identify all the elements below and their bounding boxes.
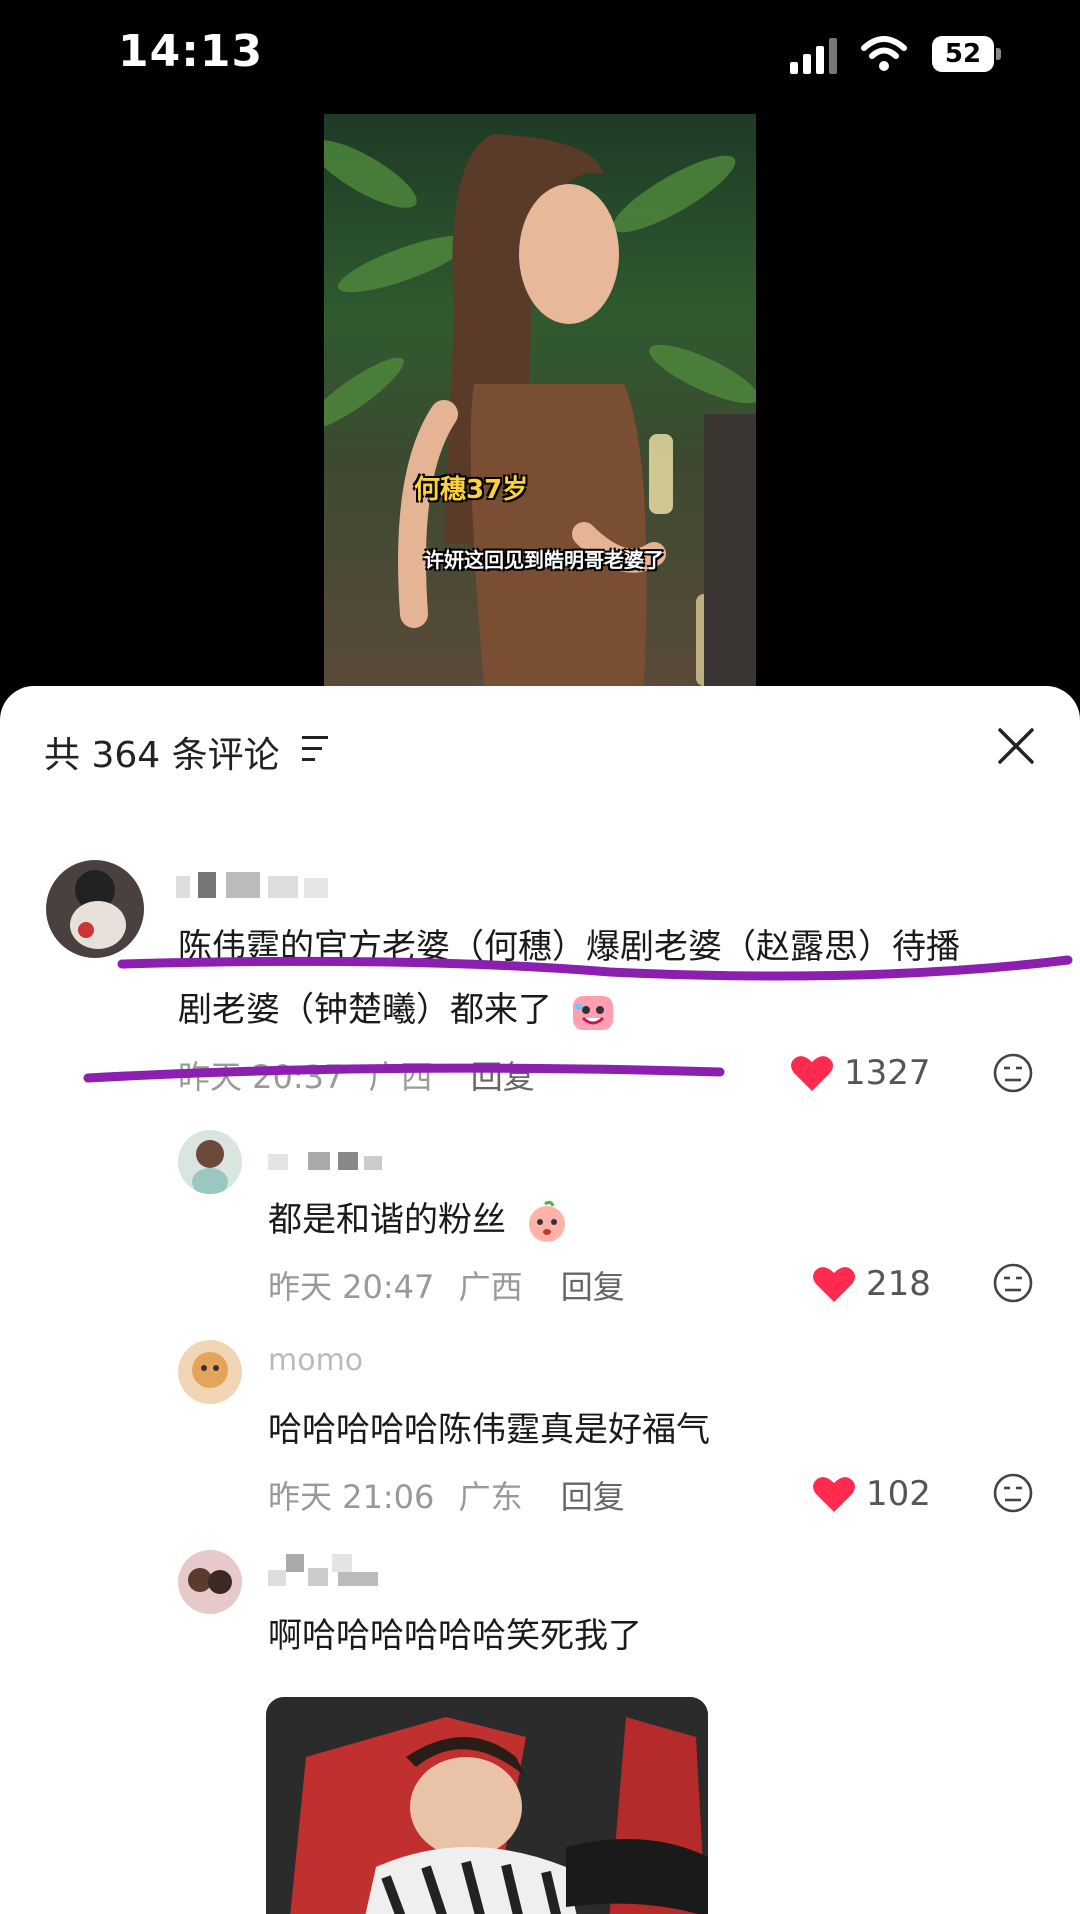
- comments-sheet: 共 364 条评论 陈伟霆的官方老婆（何穗）爆剧老婆（赵露思）待播 剧老婆（钟楚…: [0, 686, 1080, 1914]
- comments-count-title: 共 364 条评论: [44, 735, 280, 776]
- like-button[interactable]: 218: [812, 1262, 931, 1306]
- video-caption-title: 何穗37岁: [414, 475, 529, 505]
- comment-text: 哈哈哈哈哈陈伟霆真是好福气: [268, 1410, 710, 1450]
- heart-icon: [813, 1477, 855, 1512]
- comment-gif-image[interactable]: [266, 1697, 708, 1914]
- avatar[interactable]: [46, 860, 144, 958]
- avatar[interactable]: [178, 1550, 242, 1614]
- comment-meta: 昨天 21:06 广东 回复: [268, 1472, 625, 1518]
- video-frame-image: [324, 134, 756, 686]
- dislike-face-icon[interactable]: [992, 1472, 1034, 1514]
- signal-icon: [790, 38, 837, 74]
- username-redacted[interactable]: [176, 870, 336, 900]
- like-count: 102: [866, 1474, 931, 1514]
- like-count: 218: [866, 1264, 931, 1304]
- username-redacted[interactable]: [268, 1554, 388, 1586]
- like-count: 1327: [844, 1053, 931, 1093]
- annotation-strikethrough: [83, 1063, 725, 1083]
- like-button[interactable]: 1327: [790, 1051, 931, 1095]
- comment-time: 昨天 20:47: [268, 1268, 435, 1306]
- username[interactable]: momo: [268, 1346, 363, 1376]
- annotation-underline: [117, 955, 1073, 981]
- laughing-emoji-icon: [572, 995, 613, 1030]
- avatar[interactable]: [178, 1340, 242, 1404]
- video-caption-subtitle: 许妍这回见到皓明哥老婆了: [424, 548, 664, 572]
- comment-location: 广西: [458, 1268, 523, 1306]
- battery-indicator: 52: [932, 36, 1002, 72]
- dislike-face-icon[interactable]: [992, 1052, 1034, 1094]
- comment-meta: 昨天 20:47 广西 回复: [268, 1262, 625, 1308]
- video-player[interactable]: 何穗37岁 许妍这回见到皓明哥老婆了: [324, 114, 756, 686]
- comment-location: 广东: [458, 1478, 523, 1516]
- comment-text: 都是和谐的粉丝: [268, 1188, 569, 1252]
- heart-icon: [813, 1267, 855, 1302]
- heart-icon: [791, 1056, 833, 1091]
- comment-time: 昨天 21:06: [268, 1478, 435, 1516]
- status-time: 14:13: [118, 26, 264, 77]
- reply-button[interactable]: 回复: [561, 1478, 625, 1516]
- like-button[interactable]: 102: [812, 1472, 931, 1516]
- kissing-emoji-icon: [528, 1200, 565, 1242]
- avatar[interactable]: [178, 1130, 242, 1194]
- reply-button[interactable]: 回复: [561, 1268, 625, 1306]
- comment-text: 啊哈哈哈哈哈哈笑死我了: [268, 1616, 642, 1656]
- sort-icon[interactable]: [302, 736, 332, 762]
- dislike-face-icon[interactable]: [992, 1262, 1034, 1304]
- status-bar: 14:13 52: [0, 0, 1080, 110]
- username-redacted[interactable]: [268, 1146, 398, 1176]
- gif-frame: [266, 1697, 708, 1914]
- wifi-icon: [861, 36, 907, 71]
- battery-level: 52: [944, 39, 982, 69]
- close-icon[interactable]: [996, 726, 1036, 766]
